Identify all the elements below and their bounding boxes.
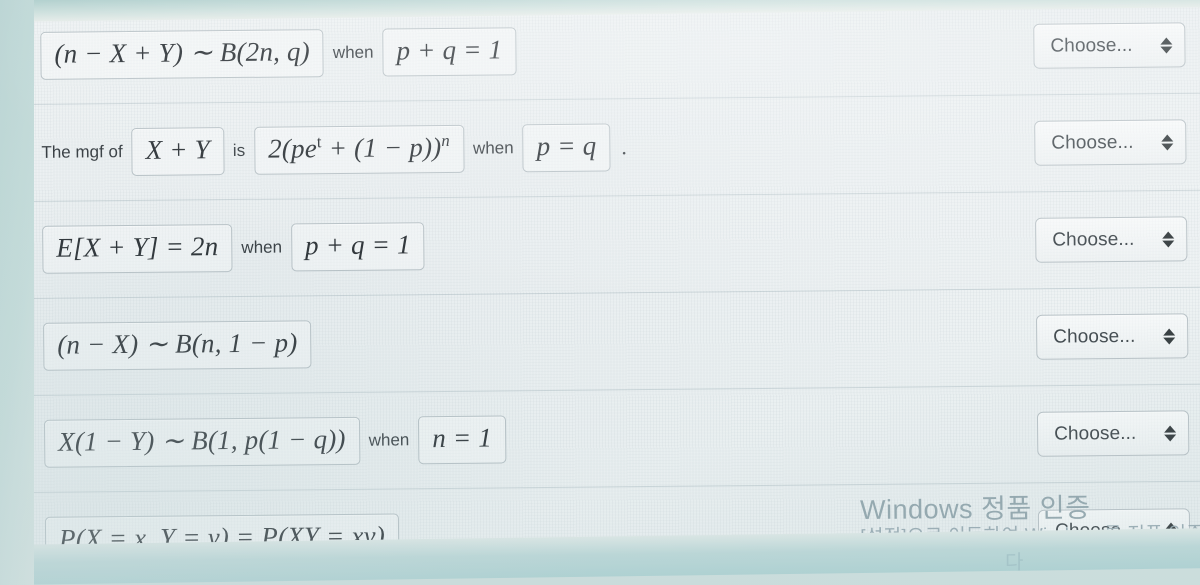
math-condition-box: p + q = 1 bbox=[290, 222, 425, 272]
math-expression-box: (n − X) ∼ B(n, 1 − p) bbox=[43, 320, 312, 372]
answer-select-cell[interactable]: Choose... bbox=[1033, 22, 1186, 69]
sentence-period: . bbox=[621, 134, 627, 160]
math-mgf-box: 2(pet + (1 − p))n bbox=[253, 124, 465, 175]
math-expression-box: E[X + Y] = 2n bbox=[42, 223, 233, 275]
quiz-statement-list: (n − X + Y) ∼ B(2n, q) when p + q = 1 Ch… bbox=[26, 0, 1200, 585]
statement-1: (n − X + Y) ∼ B(2n, q) when p + q = 1 bbox=[40, 27, 517, 81]
select-stepper-icon bbox=[1160, 36, 1173, 54]
statement-3: E[X + Y] = 2n when p + q = 1 bbox=[42, 222, 425, 275]
lead-text: The mgf of bbox=[41, 142, 123, 162]
answer-select[interactable]: Choose... bbox=[1036, 410, 1190, 457]
monitor-screen-area: (n − X + Y) ∼ B(2n, q) when p + q = 1 Ch… bbox=[26, 0, 1200, 568]
answer-select-cell[interactable]: Choose... bbox=[1035, 313, 1189, 360]
answer-select[interactable]: Choose... bbox=[1037, 507, 1191, 555]
mgf-part-2: + (1 − p)) bbox=[321, 131, 442, 164]
answer-select-cell[interactable]: Choose... bbox=[1036, 410, 1190, 457]
statement-4: (n − X) ∼ B(n, 1 − p) bbox=[43, 320, 312, 372]
math-condition-box: p = q bbox=[522, 123, 611, 173]
quiz-row: The mgf of X + Y is 2(pet + (1 − p))n wh… bbox=[26, 93, 1200, 202]
select-stepper-icon bbox=[1162, 230, 1175, 248]
quiz-row: E[X + Y] = 2n when p + q = 1 Choose... bbox=[27, 190, 1200, 299]
answer-select[interactable]: Choose... bbox=[1035, 313, 1189, 360]
answer-select-cell[interactable]: Choose... bbox=[1034, 119, 1187, 166]
answer-select[interactable]: Choose... bbox=[1033, 22, 1186, 69]
answer-select-label: Choose... bbox=[1054, 422, 1137, 445]
quiz-row: (n − X + Y) ∼ B(2n, q) when p + q = 1 Ch… bbox=[26, 0, 1200, 105]
math-condition-box: n = 1 bbox=[418, 415, 507, 465]
screenshot-root: (n − X + Y) ∼ B(2n, q) when p + q = 1 Ch… bbox=[0, 0, 1200, 585]
math-expression-box: P(X = x, Y = y) = P(XY = xy) bbox=[44, 513, 400, 566]
answer-select-label: Choose... bbox=[1050, 34, 1133, 57]
select-stepper-icon bbox=[1163, 327, 1176, 345]
answer-select-cell[interactable]: Choose... bbox=[1037, 507, 1191, 555]
answer-select-label: Choose... bbox=[1052, 228, 1135, 251]
answer-select[interactable]: Choose... bbox=[1035, 216, 1188, 263]
statement-5: X(1 − Y) ∼ B(1, p(1 − q)) when n = 1 bbox=[43, 415, 507, 469]
connective-word: when bbox=[241, 237, 283, 257]
mgf-exponent-n: n bbox=[441, 130, 451, 150]
select-stepper-icon bbox=[1161, 133, 1174, 151]
answer-select-label: Choose... bbox=[1053, 325, 1136, 348]
statement-2: The mgf of X + Y is 2(pet + (1 − p))n wh… bbox=[41, 123, 627, 177]
connective-word: when bbox=[368, 430, 410, 450]
connective-word: when bbox=[332, 42, 374, 63]
math-condition-box: p + q = 1 bbox=[382, 27, 517, 77]
math-expression-box: (n − X + Y) ∼ B(2n, q) bbox=[40, 28, 325, 81]
quiz-row: X(1 − Y) ∼ B(1, p(1 − q)) when n = 1 Cho… bbox=[29, 384, 1200, 493]
connective-word-2: when bbox=[472, 138, 514, 158]
math-expression-box: X(1 − Y) ∼ B(1, p(1 − q)) bbox=[43, 416, 360, 469]
answer-select-label: Choose... bbox=[1051, 131, 1134, 154]
answer-select[interactable]: Choose... bbox=[1034, 119, 1187, 166]
select-stepper-icon bbox=[1164, 522, 1178, 539]
select-stepper-icon bbox=[1164, 424, 1177, 442]
answer-select-label: Choose... bbox=[1054, 519, 1138, 542]
statement-6: P(X = x, Y = y) = P(XY = xy) bbox=[44, 513, 400, 566]
quiz-row: (n − X) ∼ B(n, 1 − p) Choose... bbox=[28, 287, 1200, 396]
mgf-part-1: 2(pe bbox=[267, 133, 318, 164]
quiz-row: P(X = x, Y = y) = P(XY = xy) Choose... bbox=[31, 482, 1200, 585]
math-expression-box: X + Y bbox=[131, 126, 225, 177]
answer-select-cell[interactable]: Choose... bbox=[1035, 216, 1188, 263]
connective-word: is bbox=[232, 140, 246, 161]
